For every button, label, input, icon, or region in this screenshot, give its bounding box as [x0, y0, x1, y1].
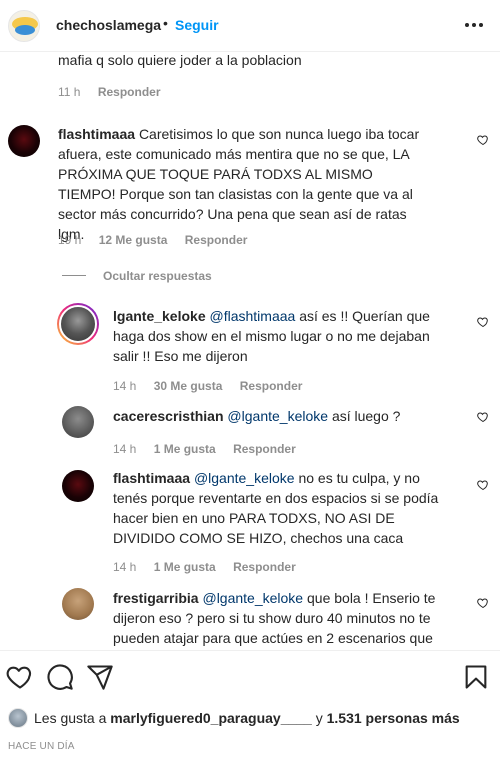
reply-button[interactable]: Responder — [233, 442, 296, 456]
reply-button[interactable]: Responder — [98, 85, 161, 99]
comment-time: 11 h — [58, 85, 81, 99]
reply-username[interactable]: cacerescristhian — [113, 408, 224, 424]
reply-likes[interactable]: 30 Me gusta — [154, 379, 223, 393]
heart-icon[interactable] — [477, 411, 489, 423]
reply-button[interactable]: Responder — [185, 233, 248, 247]
reply-meta: 14 h 30 Me gusta Responder — [113, 379, 316, 393]
reply-time: 14 h — [113, 379, 137, 393]
account-avatar[interactable] — [8, 10, 40, 42]
reply-text: flashtimaaa @lgante_keloke no es tu culp… — [113, 470, 439, 546]
reply-text: frestigarribia @lgante_keloke que bola !… — [113, 590, 436, 646]
reply-meta: 14 h 1 Me gusta Responder — [113, 560, 310, 574]
reply-mention[interactable]: @flashtimaaa — [210, 308, 296, 324]
comments-list: mafia q solo quiere joder a la poblacion… — [0, 52, 500, 650]
reply-username[interactable]: flashtimaaa — [113, 470, 190, 486]
reply-text: cacerescristhian @lgante_keloke así lueg… — [113, 408, 401, 424]
reply-meta: 14 h 1 Me gusta Responder — [113, 442, 310, 456]
reply-likes[interactable]: 1 Me gusta — [154, 560, 216, 574]
reply-avatar[interactable] — [62, 588, 94, 620]
reply-mention[interactable]: @lgante_keloke — [194, 470, 295, 486]
reply-text: lgante_keloke @flashtimaaa así es !! Que… — [113, 308, 430, 364]
heart-icon[interactable] — [477, 597, 489, 609]
liker-avatar[interactable] — [8, 708, 28, 728]
reply-button[interactable]: Responder — [240, 379, 303, 393]
comment-time: 19 h — [58, 233, 82, 247]
reply-time: 14 h — [113, 560, 137, 574]
hide-replies-line — [62, 275, 86, 276]
partial-comment-meta: 11 h Responder — [58, 85, 175, 99]
reply-mention[interactable]: @lgante_keloke — [202, 590, 303, 606]
post-header: chechoslamega • Seguir — [0, 0, 500, 52]
post-actions: Les gusta a marlyfiguered0_paraguay____ … — [0, 650, 500, 765]
comment-text: flashtimaaa Caretisimos lo que son nunca… — [58, 126, 420, 242]
comment-meta: 19 h 12 Me gusta Responder — [58, 233, 261, 247]
liker-username[interactable]: marlyfiguered0_paraguay____ — [110, 710, 312, 726]
post-timestamp[interactable]: HACE UN DÍA — [8, 741, 75, 752]
reply-button[interactable]: Responder — [233, 560, 296, 574]
likes-mid: y — [315, 710, 323, 726]
reply-time: 14 h — [113, 442, 137, 456]
heart-icon[interactable] — [477, 479, 489, 491]
likes-prefix: Les gusta a — [34, 710, 107, 726]
account-username[interactable]: chechoslamega — [56, 17, 161, 33]
likes-summary: Les gusta a marlyfiguered0_paraguay____ … — [8, 708, 460, 728]
save-icon[interactable] — [462, 663, 490, 691]
partial-comment-text: mafia q solo quiere joder a la poblacion — [58, 52, 302, 68]
separator-dot: • — [163, 15, 168, 31]
more-options-icon[interactable] — [464, 14, 484, 34]
reply-avatar[interactable] — [62, 470, 94, 502]
reply-likes[interactable]: 1 Me gusta — [154, 442, 216, 456]
reply-avatar[interactable] — [62, 406, 94, 438]
follow-button[interactable]: Seguir — [175, 17, 219, 33]
reply-avatar[interactable] — [57, 303, 99, 345]
comment-avatar[interactable] — [8, 125, 40, 157]
share-icon[interactable] — [86, 663, 114, 691]
hide-replies-button[interactable]: Ocultar respuestas — [103, 269, 226, 283]
comment-username[interactable]: flashtimaaa — [58, 126, 135, 142]
comment-icon[interactable] — [46, 663, 74, 691]
comment-likes[interactable]: 12 Me gusta — [99, 233, 168, 247]
heart-icon[interactable] — [477, 316, 489, 328]
reply-mention[interactable]: @lgante_keloke — [227, 408, 328, 424]
heart-icon[interactable] — [477, 134, 489, 146]
reply-username[interactable]: frestigarribia — [113, 590, 199, 606]
like-icon[interactable] — [6, 663, 34, 691]
likes-count[interactable]: 1.531 personas más — [327, 710, 460, 726]
reply-username[interactable]: lgante_keloke — [113, 308, 206, 324]
